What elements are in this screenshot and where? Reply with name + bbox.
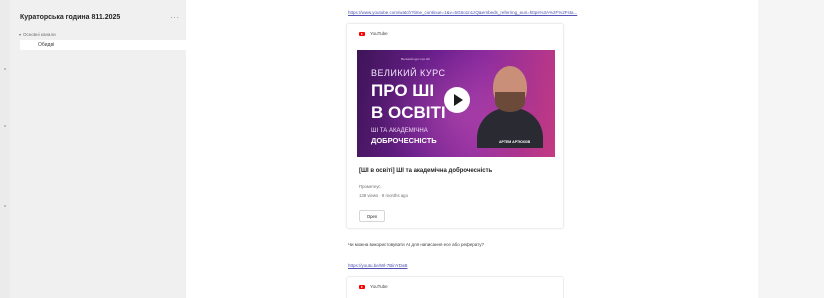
thumbnail-line-2: ПРО ШІ [371,81,435,100]
presenter-image [475,62,545,148]
message-text: Чи можна використовувати AI для написанн… [348,242,484,247]
youtube-preview-card[interactable]: YouTube Великий курс про ШІ ВЕЛИКИЙ КУРС… [346,23,564,229]
thumbnail-line-1: ВЕЛИКИЙ КУРС [371,68,446,78]
play-icon[interactable] [444,87,470,113]
rail-marker [4,68,6,70]
video-meta: 138 views · 9 months ago [359,193,408,198]
section-label: Основні канали [23,32,56,37]
thumbnail-line-4: ШІ ТА АКАДЕМІЧНА [371,128,428,134]
thumbnail-line-5: ДОБРОЧЕСНІСТЬ [371,136,437,145]
more-options-button[interactable]: ··· [170,13,180,22]
channel-label: Обидві [38,42,55,48]
video-thumbnail[interactable]: Великий курс про ШІ ВЕЛИКИЙ КУРС ПРО ШІ … [357,50,555,157]
rail-marker [4,125,6,127]
channels-section-header[interactable]: ▾ Основні канали [19,32,56,37]
right-gutter [758,0,824,298]
team-title[interactable]: Кураторська година 811.2025 [20,14,120,21]
rail-marker [4,205,6,207]
source-label: YouTube [370,284,388,289]
channel-conversation: https://www.youtube.com/watch?time_conti… [186,0,758,298]
video-channel: Прометеус [359,184,381,189]
thumbnail-header-text: Великий курс про ШІ [401,57,430,61]
card-source: YouTube [359,31,388,36]
sidebar-item-general[interactable]: Обидві [20,40,194,50]
team-sidebar: Кураторська година 811.2025 ··· ▾ Основн… [10,0,194,298]
source-label: YouTube [370,31,388,36]
open-button[interactable]: Open [359,210,385,222]
app-rail [0,0,10,298]
video-title[interactable]: [ШІ в освіті] ШІ та академічна доброчесн… [359,168,492,174]
youtube-preview-card[interactable]: YouTube [346,276,564,298]
chevron-down-icon: ▾ [19,32,22,37]
presenter-name: АРТЕМ АРТЮХОВ [499,140,531,144]
thumbnail-line-3: В ОСВІТІ [371,103,446,122]
card-source: YouTube [359,284,388,289]
youtube-icon [359,284,365,289]
youtube-icon [359,31,365,36]
youtube-short-link[interactable]: https://youtu.be/Wl-7BinYDaB [348,263,408,268]
youtube-link[interactable]: https://www.youtube.com/watch?time_conti… [348,10,577,15]
